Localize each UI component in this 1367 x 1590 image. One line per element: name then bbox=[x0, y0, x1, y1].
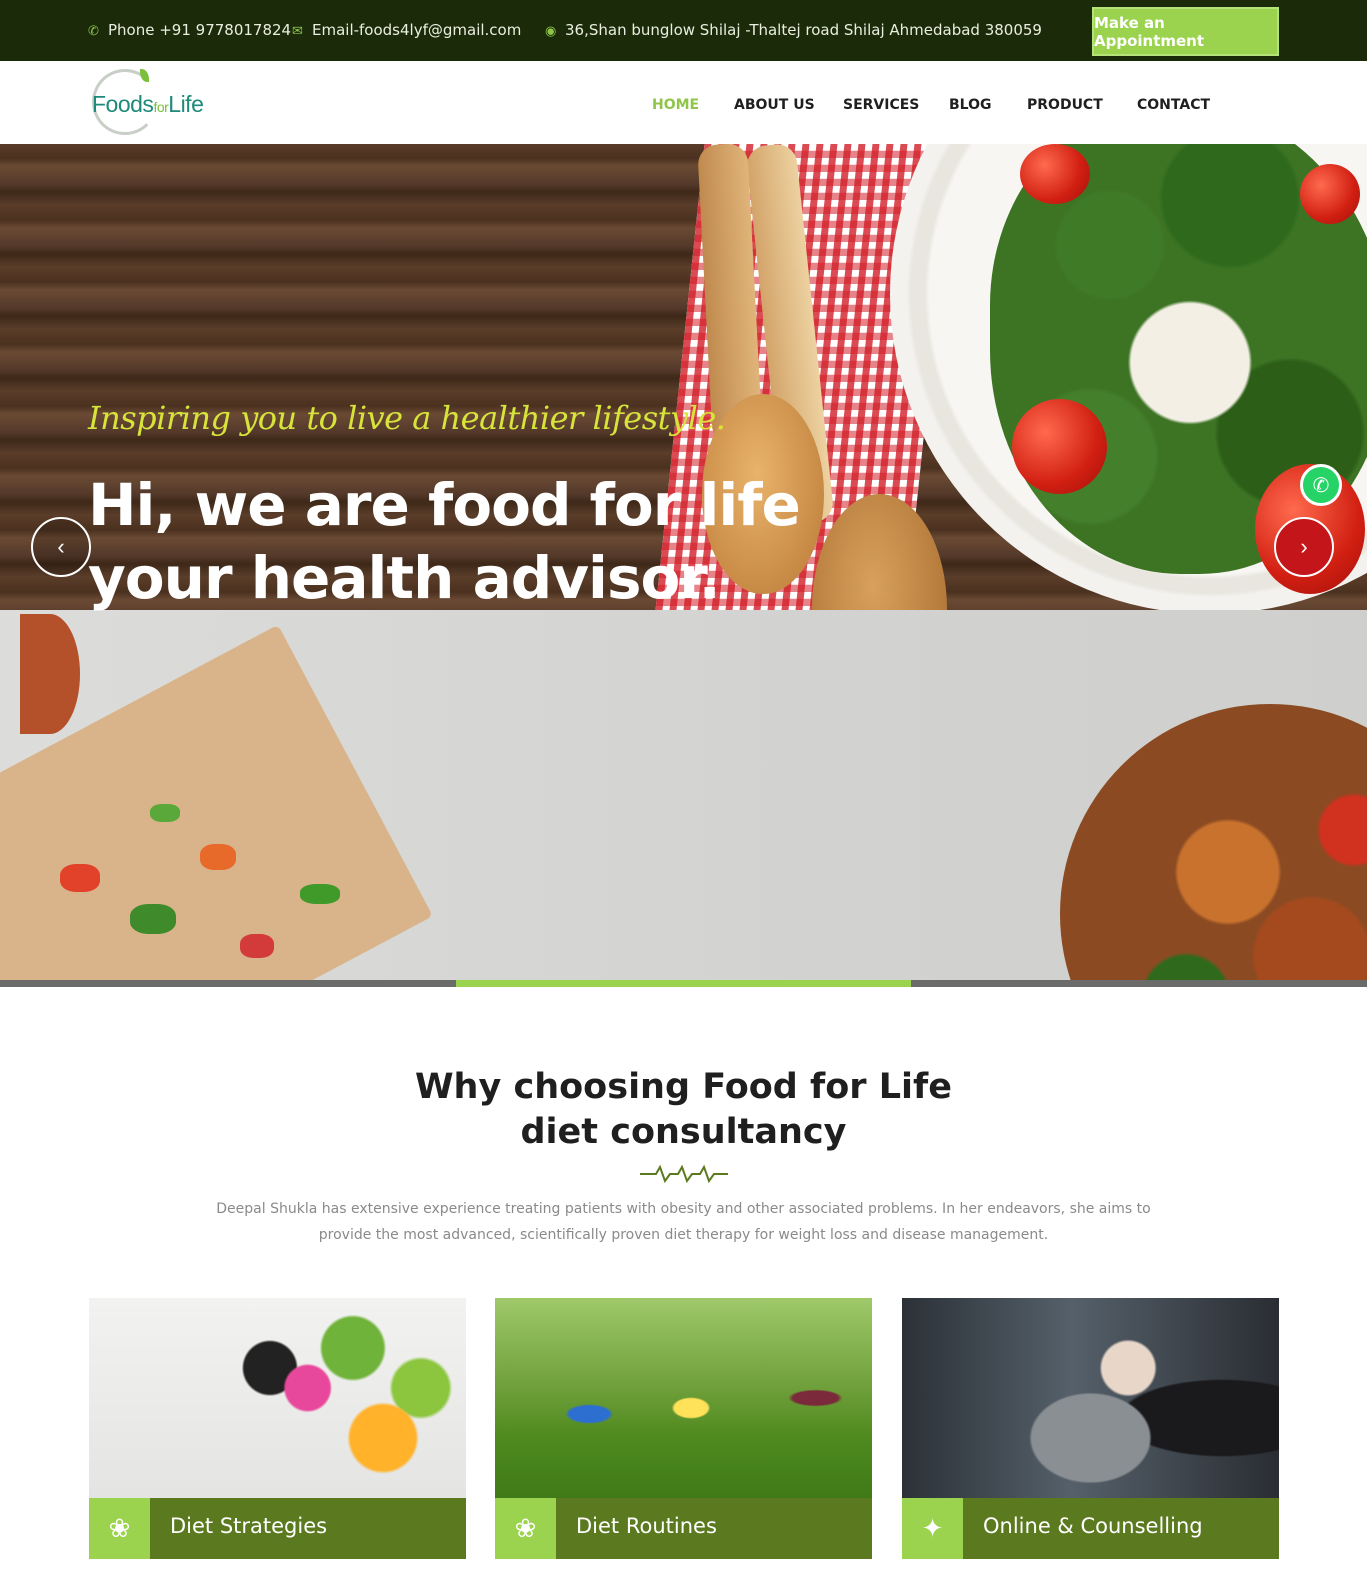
email-info[interactable]: ✉ Email-foods4lyf@gmail.com bbox=[292, 21, 521, 39]
card-title-band: ❀ Diet Routines bbox=[495, 1498, 872, 1559]
logo-text: FoodsforLife bbox=[92, 91, 204, 117]
service-card-diet-strategies[interactable]: ❀ Diet Strategies bbox=[89, 1298, 466, 1559]
card-title-band: ✦ Online & Counselling bbox=[902, 1498, 1279, 1559]
hero-vegetable bbox=[150, 804, 180, 822]
nav-home[interactable]: HOME bbox=[652, 97, 699, 113]
hero-slider: Inspiring you to live a healthier lifest… bbox=[0, 144, 1367, 987]
slider-progress bbox=[0, 980, 1367, 987]
heartbeat-divider-icon bbox=[640, 1164, 728, 1184]
nav-about-us[interactable]: ABOUT US bbox=[734, 97, 815, 113]
nav-contact[interactable]: CONTACT bbox=[1137, 97, 1210, 113]
slider-progress-segment-1[interactable] bbox=[0, 980, 456, 987]
phone-info[interactable]: ✆ Phone +91 9778017824 bbox=[88, 21, 291, 39]
why-title-line-2: diet consultancy bbox=[520, 1112, 847, 1152]
why-title-line-1: Why choosing Food for Life bbox=[414, 1067, 953, 1107]
hero-headline-line-1: Hi, we are food for life bbox=[88, 471, 801, 539]
hero-vegetable bbox=[300, 884, 340, 904]
phone-text: Phone +91 9778017824 bbox=[108, 21, 292, 39]
hero-vegetable bbox=[130, 904, 176, 934]
address-info: ◉ 36,Shan bunglow Shilaj -Thaltej road Sh… bbox=[545, 21, 1042, 39]
hero-vegetable bbox=[200, 844, 236, 870]
pineapple-icon: ❀ bbox=[495, 1498, 556, 1559]
site-logo[interactable]: FoodsforLife bbox=[90, 69, 230, 139]
chevron-left-icon: ‹ bbox=[57, 534, 65, 559]
slider-progress-segment-3[interactable] bbox=[911, 980, 1367, 987]
card-title-band: ❀ Diet Strategies bbox=[89, 1498, 466, 1559]
pineapple-icon: ❀ bbox=[89, 1498, 150, 1559]
email-text: Email-foods4lyf@gmail.com bbox=[312, 21, 522, 39]
card-title: Diet Strategies bbox=[170, 1514, 328, 1538]
site-header: FoodsforLife HOME ABOUT US SERVICES BLOG… bbox=[0, 61, 1367, 144]
envelope-icon: ✉ bbox=[292, 24, 303, 39]
card-photo bbox=[902, 1298, 1279, 1498]
slider-next-button[interactable]: › bbox=[1274, 517, 1334, 577]
nav-services[interactable]: SERVICES bbox=[843, 97, 919, 113]
whatsapp-button[interactable]: ✆ bbox=[1300, 464, 1342, 506]
slider-progress-segment-2[interactable] bbox=[456, 980, 911, 987]
card-photo bbox=[495, 1298, 872, 1498]
address-text: 36,Shan bunglow Shilaj -Thaltej road Shi… bbox=[565, 21, 1042, 39]
globe-icon: ◉ bbox=[545, 24, 557, 39]
hero-tomato bbox=[1012, 399, 1107, 494]
slider-prev-button[interactable]: ‹ bbox=[31, 517, 91, 577]
phone-icon: ✆ bbox=[88, 24, 99, 39]
hero-headline-line-2: your health advisor. bbox=[88, 544, 721, 612]
hero-vegetable bbox=[60, 864, 100, 892]
top-info-bar: ✆ Phone +91 9778017824 ✉ Email-foods4lyf@g… bbox=[0, 0, 1367, 61]
hero-vegetable bbox=[240, 934, 274, 958]
hero-tomato bbox=[1300, 164, 1360, 224]
nav-blog[interactable]: BLOG bbox=[949, 97, 992, 113]
card-title: Diet Routines bbox=[576, 1514, 717, 1538]
make-appointment-button[interactable]: Make an Appointment bbox=[1092, 7, 1279, 56]
why-section-description: Deepal Shukla has extensive experience t… bbox=[216, 1201, 1151, 1243]
chevron-right-icon: › bbox=[1300, 534, 1308, 559]
service-card-diet-routines[interactable]: ❀ Diet Routines bbox=[495, 1298, 872, 1559]
whatsapp-icon: ✆ bbox=[1312, 474, 1330, 497]
card-title: Online & Counselling bbox=[983, 1514, 1203, 1538]
hero-kicker: Inspiring you to live a healthier lifest… bbox=[88, 399, 726, 437]
service-card-online-counselling[interactable]: ✦ Online & Counselling bbox=[902, 1298, 1279, 1559]
nav-product[interactable]: PRODUCT bbox=[1027, 97, 1103, 113]
person-icon: ✦ bbox=[902, 1498, 963, 1559]
why-section-title: Why choosing Food for Life diet consulta… bbox=[0, 1065, 1367, 1155]
card-photo bbox=[89, 1298, 466, 1498]
hero-tomato bbox=[1020, 144, 1090, 204]
hero-headline: Hi, we are food for life your health adv… bbox=[88, 469, 801, 615]
hero-vegetable bbox=[20, 614, 80, 734]
